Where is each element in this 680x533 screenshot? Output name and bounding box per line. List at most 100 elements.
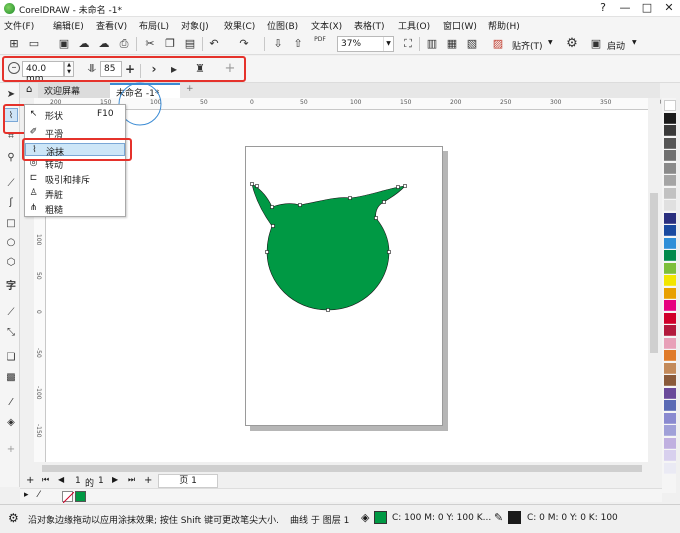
no-color-swatch[interactable] — [62, 491, 75, 504]
palette-swatch[interactable] — [664, 350, 676, 361]
freehand-tool-icon[interactable]: ⟋ — [4, 177, 18, 191]
cut-icon[interactable]: ✂ — [142, 36, 158, 52]
palette-swatch[interactable] — [664, 337, 676, 349]
palette-swatch[interactable] — [664, 187, 676, 199]
palette-swatch[interactable] — [664, 100, 676, 111]
palette-swatch[interactable] — [664, 200, 676, 211]
flyout-item-attract-repel[interactable]: ⊏ 吸引和排斥 — [25, 172, 125, 186]
full-screen-icon[interactable]: ⛶ — [400, 36, 416, 52]
page-tab[interactable]: 页 1 — [158, 474, 218, 488]
show-grid-icon[interactable]: ▦ — [444, 36, 460, 52]
menu-view[interactable]: 查看(V) — [96, 19, 127, 32]
menu-edit[interactable]: 编辑(E) — [53, 19, 84, 32]
menu-window[interactable]: 窗口(W) — [443, 19, 477, 32]
next-page-icon[interactable]: ▶ — [112, 475, 118, 484]
save-icon[interactable]: ▣ — [56, 36, 72, 52]
palette-swatch[interactable] — [664, 162, 676, 174]
eyedropper-icon[interactable]: ⁄ — [4, 396, 18, 410]
download-cloud-icon[interactable]: ☁ — [96, 36, 112, 52]
export-icon[interactable]: ⇧ — [290, 36, 306, 52]
home-icon[interactable]: ⌂ — [20, 83, 34, 98]
menu-file[interactable]: 文件(F) — [4, 19, 34, 32]
horizontal-scrollbar[interactable] — [34, 462, 660, 474]
add-page-icon[interactable]: + — [26, 475, 34, 486]
menu-tools[interactable]: 工具(O) — [398, 19, 430, 32]
palette-swatch[interactable] — [664, 375, 676, 386]
import-icon[interactable]: ⇩ — [270, 36, 286, 52]
text-tool-icon[interactable]: 字 — [4, 280, 18, 294]
new-document-icon[interactable]: ⊞ — [6, 36, 22, 52]
palette-swatch[interactable] — [664, 125, 676, 136]
previous-page-icon[interactable]: ◀ — [58, 475, 64, 484]
add-tab-button[interactable]: + — [180, 83, 196, 98]
polygon-tool-icon[interactable]: ⬡ — [4, 256, 18, 270]
help-button[interactable]: ? — [592, 0, 614, 16]
menu-table[interactable]: 表格(T) — [354, 19, 385, 32]
connector-tool-icon[interactable]: ⤡ — [4, 326, 18, 340]
palette-swatch[interactable] — [664, 412, 676, 424]
palette-swatch[interactable] — [664, 225, 676, 236]
launch-icon[interactable]: ▣ — [588, 36, 604, 52]
palette-swatch[interactable] — [664, 212, 676, 224]
flyout-item-shape[interactable]: ↖ 形状 F10 — [25, 108, 125, 122]
palette-swatch[interactable] — [664, 237, 676, 249]
gear-icon[interactable]: ⚙ — [564, 36, 580, 52]
maximize-button[interactable]: □ — [636, 0, 658, 16]
undo-icon[interactable]: ↶ — [206, 36, 222, 52]
palette-swatch[interactable] — [664, 175, 676, 186]
palette-swatch[interactable] — [664, 450, 676, 461]
ellipse-tool-icon[interactable]: ○ — [4, 236, 18, 250]
interactive-fill-icon[interactable]: ◈ — [4, 416, 18, 430]
palette-menu-icon[interactable]: ▸ — [24, 490, 29, 500]
copy-icon[interactable]: ❐ — [162, 36, 178, 52]
minimize-button[interactable]: — — [614, 0, 636, 16]
first-page-icon[interactable]: ⏮ — [42, 475, 49, 485]
vertical-scrollbar[interactable] — [648, 98, 660, 462]
last-page-icon[interactable]: ⏭ — [128, 475, 135, 485]
pick-tool-icon[interactable]: ➤ — [4, 88, 18, 102]
add-page-after-icon[interactable]: + — [144, 475, 152, 486]
palette-swatch[interactable] — [664, 462, 676, 474]
open-document-icon[interactable]: ▭ — [26, 36, 42, 52]
horizontal-scroll-thumb[interactable] — [42, 465, 642, 472]
gear-icon[interactable]: ⚙ — [8, 511, 19, 525]
vertical-scroll-thumb[interactable] — [650, 193, 658, 353]
redo-icon[interactable]: ↷ — [236, 36, 252, 52]
parallel-dimension-icon[interactable]: ⟋ — [4, 306, 18, 320]
palette-swatch[interactable] — [664, 300, 676, 311]
artistic-media-icon[interactable]: ʃ — [4, 196, 18, 210]
palette-swatch[interactable] — [664, 287, 676, 299]
palette-swatch[interactable] — [664, 387, 676, 399]
palette-swatch[interactable] — [664, 400, 676, 411]
palette-swatch[interactable] — [664, 325, 676, 336]
green-swatch[interactable] — [75, 491, 86, 502]
snap-off-icon[interactable]: ▨ — [490, 36, 506, 52]
palette-swatch[interactable] — [664, 137, 676, 149]
eyedropper-icon[interactable]: ⁄ — [38, 490, 40, 500]
rectangle-tool-icon[interactable]: □ — [4, 217, 18, 231]
menu-bitmap[interactable]: 位图(B) — [267, 19, 298, 32]
close-button[interactable]: ✕ — [658, 0, 680, 16]
menu-effects[interactable]: 效果(C) — [224, 19, 255, 32]
palette-swatch[interactable] — [664, 275, 676, 286]
palette-swatch[interactable] — [664, 312, 676, 324]
snap-to-dropdown[interactable]: 贴齐(T) — [512, 39, 543, 52]
drop-shadow-icon[interactable]: ❑ — [4, 351, 18, 365]
tab-welcome[interactable]: 欢迎屏幕 — [38, 83, 110, 98]
menu-layout[interactable]: 布局(L) — [139, 19, 169, 32]
paste-icon[interactable]: ▤ — [182, 36, 198, 52]
upload-cloud-icon[interactable]: ☁ — [76, 36, 92, 52]
export-pdf-icon[interactable]: PDF — [312, 36, 328, 52]
print-icon[interactable]: ⎙ — [116, 36, 132, 52]
tab-document[interactable]: 未命名 -1* — [110, 83, 180, 99]
menu-text[interactable]: 文本(X) — [311, 19, 342, 32]
palette-swatch[interactable] — [664, 150, 676, 161]
zoom-tool-icon[interactable]: ⚲ — [4, 151, 18, 165]
flyout-item-smudge[interactable]: ♙ 弄脏 — [25, 187, 125, 201]
show-guidelines-icon[interactable]: ▧ — [464, 36, 480, 52]
palette-swatch[interactable] — [664, 262, 676, 274]
flyout-item-roughen[interactable]: ⋔ 粗糙 — [25, 202, 125, 216]
show-rulers-icon[interactable]: ▥ — [424, 36, 440, 52]
menu-object[interactable]: 对象(J) — [181, 19, 209, 32]
palette-swatch[interactable] — [664, 112, 676, 124]
